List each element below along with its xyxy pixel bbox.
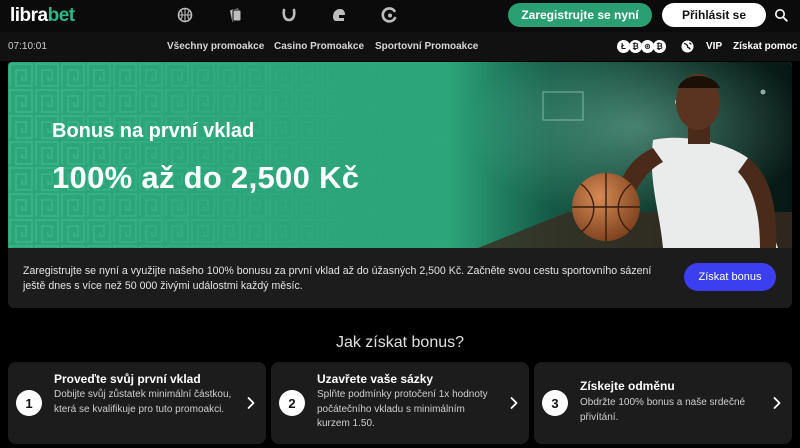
nav-sport-promos[interactable]: Sportovní Promoakce (375, 41, 478, 52)
step-number: 2 (279, 390, 305, 416)
chevron-right-icon (773, 397, 781, 409)
horseshoe-icon[interactable] (281, 7, 297, 23)
swirl-icon[interactable] (381, 7, 397, 23)
chevron-right-icon (247, 397, 255, 409)
hero-banner: Bonus na první vklad 100% až do 2,500 Kč (8, 62, 792, 248)
chevron-right-icon (510, 397, 518, 409)
bonus-description: Zaregistrujte se nyní a využijte našeho … (23, 265, 652, 292)
vip-link[interactable]: VIP (706, 41, 722, 52)
cards-icon[interactable] (228, 7, 244, 23)
step-card-2[interactable]: 2 Uzavřete vaše sázky Splňte podmínky pr… (271, 362, 529, 444)
steps-heading: Jak získat bonus? (335, 334, 465, 351)
step-description: Dobijte svůj zůstatek minimální částkou,… (54, 389, 232, 415)
step-description: Obdržte 100% bonus a naše srdečné přivít… (580, 397, 746, 423)
basketball-player-image (448, 62, 792, 248)
top-bar: librabet Zaregistrujte se nyní Přihlásit… (0, 0, 800, 32)
get-bonus-button[interactable]: Získat bonus (684, 263, 776, 291)
step-number: 1 (16, 390, 42, 416)
promo-subnav: 07:10:01 Všechny promoakce Casino Promoa… (0, 32, 800, 61)
nav-all-promos[interactable]: Všechny promoakce (167, 41, 264, 52)
logo-main: libra (10, 5, 48, 26)
helmet-icon[interactable] (331, 7, 347, 23)
step-card-1[interactable]: 1 Proveďte svůj první vklad Dobijte svůj… (8, 362, 266, 444)
login-button[interactable]: Přihlásit se (662, 3, 766, 27)
hero-amount: 100% až do 2,500 Kč (52, 160, 360, 195)
globe-icon[interactable] (681, 40, 694, 53)
search-icon[interactable] (774, 8, 788, 22)
step-card-3[interactable]: 3 Získejte odměnu Obdržte 100% bonus a n… (534, 362, 792, 444)
bonus-info-card: Zaregistrujte se nyní a využijte našeho … (8, 248, 792, 308)
clock: 07:10:01 (8, 41, 47, 52)
step-title: Uzavřete vaše sázky (317, 372, 434, 386)
basketball-icon[interactable] (177, 7, 193, 23)
logo[interactable]: librabet (10, 5, 75, 27)
help-link[interactable]: Získat pomoc (733, 41, 797, 52)
nav-casino-promos[interactable]: Casino Promoakce (274, 41, 364, 52)
bitcoin-cash-icon: ₿ (653, 40, 666, 53)
step-number: 3 (542, 390, 568, 416)
step-description: Splňte podmínky protočení 1x hodnoty poč… (317, 389, 488, 429)
step-title: Proveďte svůj první vklad (54, 372, 201, 386)
hero-title: Bonus na první vklad (52, 120, 255, 142)
logo-accent: bet (47, 5, 76, 26)
step-title: Získejte odměnu (580, 379, 675, 393)
register-button[interactable]: Zaregistrujte se nyní (508, 3, 652, 27)
